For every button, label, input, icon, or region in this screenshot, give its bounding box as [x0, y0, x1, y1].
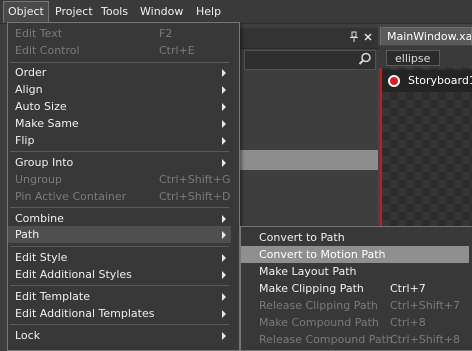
- submenu-item-label: Release Compound Path: [259, 333, 393, 346]
- menu-item-label: Flip: [15, 134, 35, 147]
- chevron-right-icon: [222, 293, 226, 301]
- submenu-item-label: Convert to Path: [259, 231, 345, 244]
- chevron-right-icon: [222, 159, 226, 167]
- record-icon[interactable]: [388, 75, 400, 87]
- menu-item-shortcut: Ctrl+Shift+G: [159, 173, 231, 186]
- menu-item-label: Edit Template: [15, 290, 90, 303]
- menu-item-label: Align: [15, 83, 43, 96]
- submenu-item-label: Release Clipping Path: [259, 299, 378, 312]
- menu-item-label: Pin Active Container: [15, 190, 127, 203]
- menu-item-ungroup[interactable]: Ungroup Ctrl+Shift+G: [8, 171, 231, 188]
- menu-item-edit-text[interactable]: Edit Text F2: [8, 25, 231, 42]
- search-icon[interactable]: [357, 51, 373, 67]
- menu-item-pin-active-container[interactable]: Pin Active Container Ctrl+Shift+D: [8, 188, 231, 205]
- menu-window[interactable]: Window: [136, 2, 187, 21]
- menu-item-group-into[interactable]: Group Into: [8, 154, 231, 171]
- app-window: MainWindow.xa ellipse Storyboard1 Object…: [0, 0, 472, 351]
- menu-item-shortcut: F2: [159, 27, 173, 40]
- menu-item-make-same[interactable]: Make Same: [8, 115, 231, 132]
- menu-item-shortcut: Ctrl+E: [159, 44, 195, 57]
- menu-separator: [10, 324, 229, 325]
- document-tab[interactable]: MainWindow.xa: [380, 27, 472, 45]
- submenu-item-label: Make Compound Path: [259, 316, 379, 329]
- submenu-item-make-compound-path[interactable]: Make Compound Path Ctrl+8: [241, 314, 469, 331]
- menu-item-edit-template[interactable]: Edit Template: [8, 288, 231, 305]
- submenu-item-convert-to-motion-path[interactable]: Convert to Motion Path: [241, 246, 469, 263]
- breadcrumb-element[interactable]: ellipse: [386, 50, 440, 66]
- menu-item-lock[interactable]: Lock: [8, 327, 231, 344]
- chevron-right-icon: [222, 69, 226, 77]
- menu-item-label: Ungroup: [15, 173, 62, 186]
- menu-item-edit-style[interactable]: Edit Style: [8, 249, 231, 266]
- menu-help[interactable]: Help: [192, 2, 225, 21]
- menu-separator: [10, 62, 229, 63]
- chevron-right-icon: [222, 103, 226, 111]
- menu-item-path[interactable]: Path: [8, 226, 231, 243]
- submenu-item-label: Make Layout Path: [259, 265, 357, 278]
- menu-item-edit-additional-templates[interactable]: Edit Additional Templates: [8, 305, 231, 322]
- menu-separator: [10, 285, 229, 286]
- menu-item-shortcut: Ctrl+Shift+D: [159, 190, 231, 203]
- menu-item-label: Path: [15, 228, 40, 241]
- menu-item-edit-additional-styles[interactable]: Edit Additional Styles: [8, 266, 231, 283]
- submenu-item-label: Convert to Motion Path: [259, 248, 386, 261]
- close-icon[interactable]: [362, 31, 374, 43]
- submenu-item-shortcut: Ctrl+7: [390, 282, 426, 295]
- submenu-item-make-layout-path[interactable]: Make Layout Path: [241, 263, 469, 280]
- menu-item-label: Make Same: [15, 117, 79, 130]
- submenu-item-convert-to-path[interactable]: Convert to Path: [241, 229, 469, 246]
- pin-icon[interactable]: [348, 31, 360, 43]
- menu-item-auto-size[interactable]: Auto Size: [8, 98, 231, 115]
- menu-tools[interactable]: Tools: [97, 2, 132, 21]
- menu-object[interactable]: Object: [3, 1, 49, 23]
- submenu-item-make-clipping-path[interactable]: Make Clipping Path Ctrl+7: [241, 280, 469, 297]
- menu-item-label: Edit Additional Styles: [15, 268, 132, 281]
- menu-item-label: Edit Style: [15, 251, 68, 264]
- chevron-right-icon: [222, 215, 226, 223]
- chevron-right-icon: [222, 332, 226, 340]
- menu-item-label: Combine: [15, 212, 64, 225]
- menu-item-label: Edit Additional Templates: [15, 307, 155, 320]
- submenu-item-shortcut: Ctrl+Shift+8: [390, 333, 461, 346]
- menu-item-flip[interactable]: Flip: [8, 132, 231, 149]
- chevron-right-icon: [222, 86, 226, 94]
- menu-item-order[interactable]: Order: [8, 64, 231, 81]
- menu-item-label: Order: [15, 66, 47, 79]
- menu-separator: [10, 207, 229, 208]
- menu-item-align[interactable]: Align: [8, 81, 231, 98]
- menu-project[interactable]: Project: [51, 2, 97, 21]
- submenu-item-release-clipping-path[interactable]: Release Clipping Path Ctrl+Shift+7: [241, 297, 469, 314]
- menu-bar: Object Project Tools Window Help: [0, 0, 472, 24]
- menu-item-label: Lock: [15, 329, 41, 342]
- submenu-item-release-compound-path[interactable]: Release Compound Path Ctrl+Shift+8: [241, 331, 469, 348]
- chevron-right-icon: [222, 254, 226, 262]
- chevron-right-icon: [222, 231, 226, 239]
- submenu-item-shortcut: Ctrl+8: [390, 316, 426, 329]
- menu-item-label: Group Into: [15, 156, 74, 169]
- menu-item-combine[interactable]: Combine: [8, 210, 231, 227]
- chevron-right-icon: [222, 120, 226, 128]
- menu-item-label: Auto Size: [15, 100, 67, 113]
- selected-list-row[interactable]: [240, 150, 378, 170]
- menu-separator: [10, 246, 229, 247]
- menu-item-edit-control[interactable]: Edit Control Ctrl+E: [8, 42, 231, 59]
- menu-separator: [10, 151, 229, 152]
- menu-item-label: Edit Control: [15, 44, 80, 57]
- submenu-item-label: Make Clipping Path: [259, 282, 364, 295]
- chevron-right-icon: [222, 137, 226, 145]
- chevron-right-icon: [222, 310, 226, 318]
- submenu-item-shortcut: Ctrl+Shift+7: [390, 299, 461, 312]
- menu-item-label: Edit Text: [15, 27, 63, 40]
- chevron-right-icon: [222, 271, 226, 279]
